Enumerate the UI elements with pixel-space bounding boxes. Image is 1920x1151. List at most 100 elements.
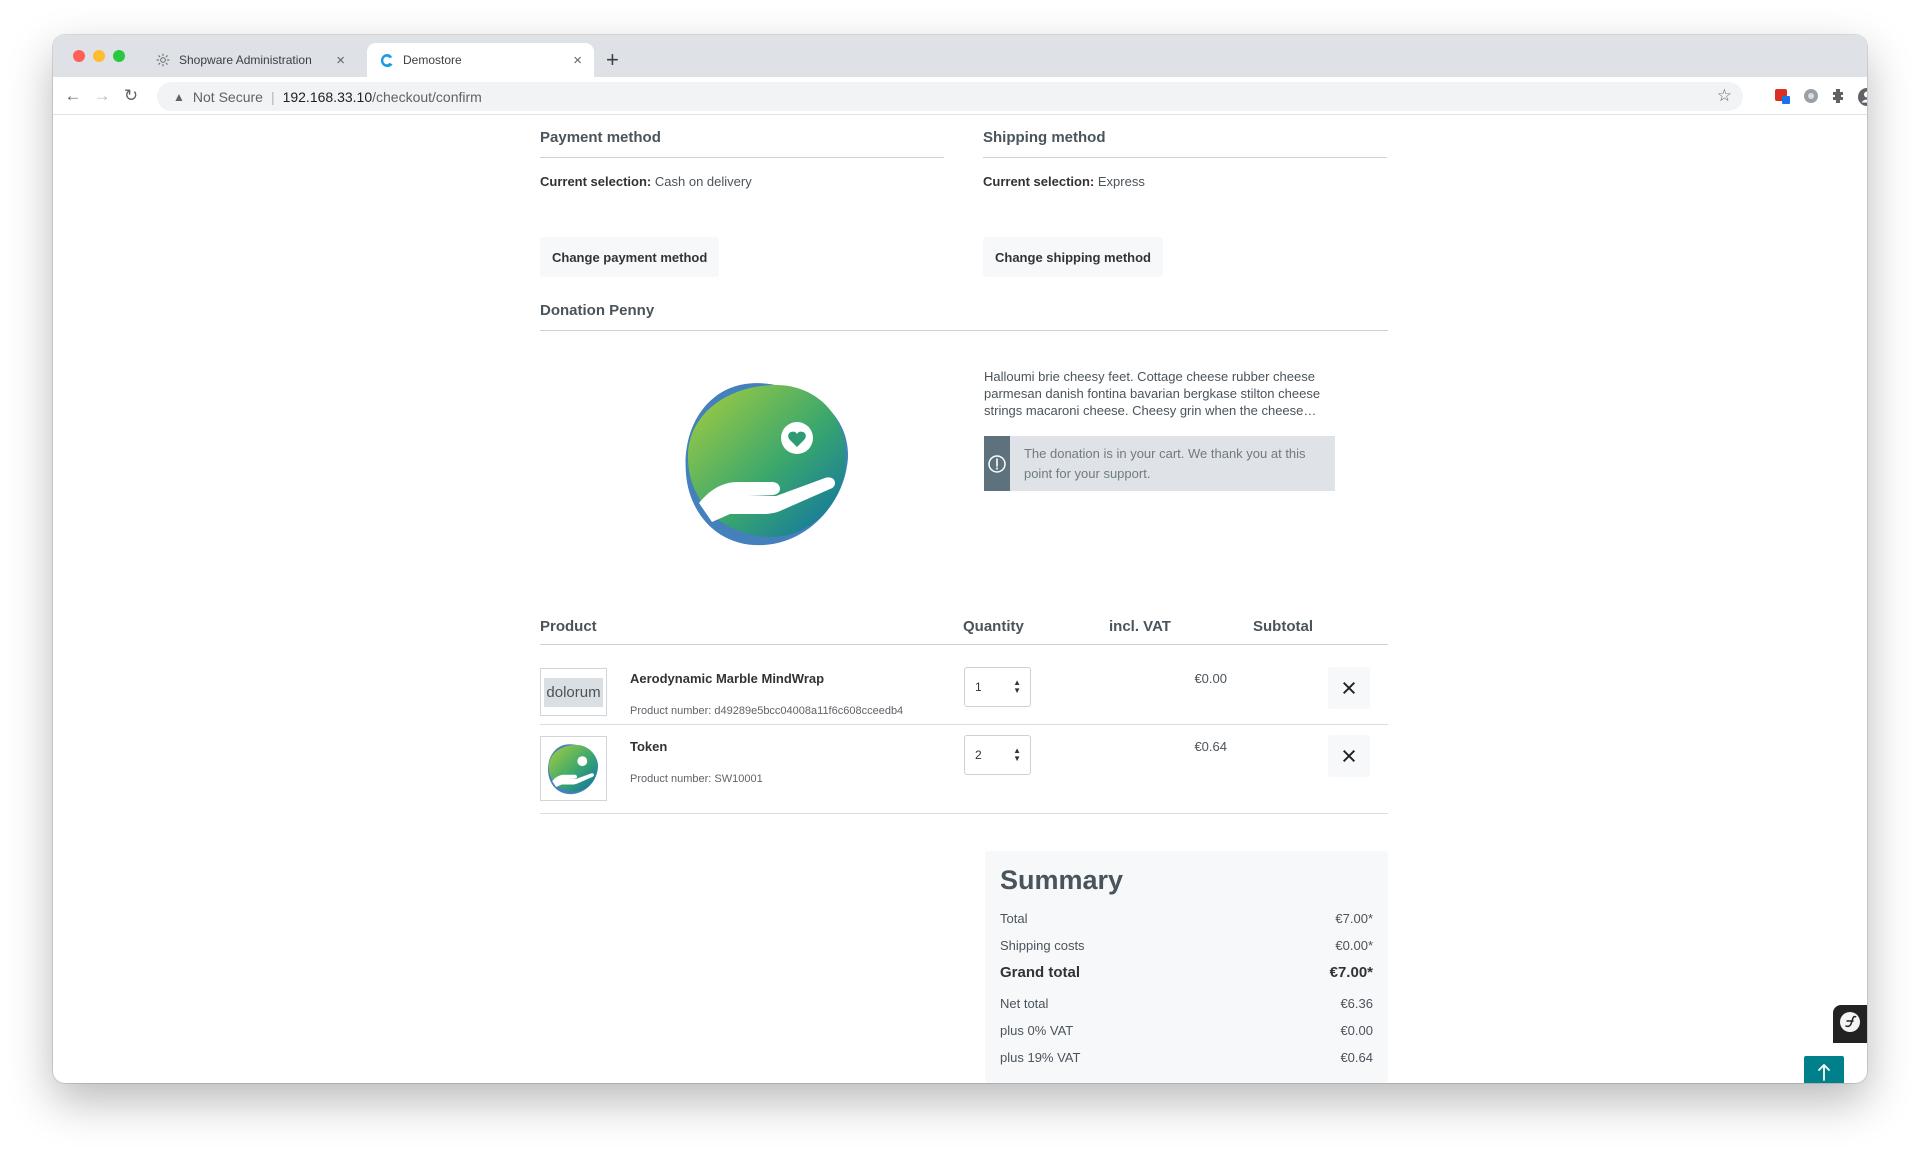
scroll-to-top-button[interactable]	[1804, 1056, 1844, 1083]
profile-icon[interactable]	[1857, 87, 1867, 107]
extension-icon[interactable]	[1773, 87, 1791, 105]
checkout-confirm-page: Payment method Current selection: Cash o…	[53, 115, 1867, 1083]
donation-penny-heading: Donation Penny	[540, 302, 1388, 331]
close-window-button[interactable]	[73, 50, 85, 62]
summary-vat-19-row: plus 19% VAT €0.64	[1000, 1050, 1373, 1065]
vat-column-header: incl. VAT	[1109, 618, 1171, 635]
summary-label: Shipping costs	[1000, 938, 1085, 953]
summary-label: Total	[1000, 911, 1028, 926]
shipping-method-heading: Shipping method	[983, 129, 1387, 158]
product-number: Product number: d49289e5bcc04008a11f6c60…	[630, 705, 904, 717]
forward-icon[interactable]: →	[92, 86, 112, 106]
product-number: Product number: SW10001	[630, 773, 763, 785]
info-icon	[984, 436, 1010, 491]
close-icon[interactable]: ×	[336, 53, 345, 68]
window-controls	[73, 50, 125, 62]
summary-label: Grand total	[1000, 964, 1081, 981]
browser-window: Shopware Administration × Demostore × + …	[53, 35, 1867, 1083]
close-icon[interactable]: ×	[573, 53, 582, 68]
cart-table-header: Product Quantity incl. VAT Subtotal	[540, 609, 1388, 645]
favicon-icon	[379, 52, 395, 68]
warning-icon: ▲	[173, 89, 185, 104]
tab-demostore[interactable]: Demostore ×	[367, 43, 594, 77]
settings-icon	[155, 52, 171, 68]
remove-line-item-button[interactable]: ×	[1328, 667, 1370, 709]
summary-shipping-row: Shipping costs €0.00*	[1000, 938, 1373, 953]
address-bar[interactable]: ▲ Not Secure | 192.168.33.10 /checkout/c…	[157, 82, 1743, 111]
donation-thumbnail-image	[547, 743, 598, 794]
summary-total-row: Total €7.00*	[1000, 911, 1373, 926]
donation-alert-text: The donation is in your cart. We thank y…	[1023, 445, 1306, 481]
quantity-select[interactable]: 2 ▲ ▼	[964, 735, 1031, 775]
summary-value: €0.00*	[1335, 938, 1373, 953]
extension-icon[interactable]	[1802, 87, 1820, 105]
tab-shopware-administration[interactable]: Shopware Administration ×	[143, 43, 357, 77]
shipping-current-value: Express	[1097, 174, 1145, 189]
summary-net-total-row: Net total €6.36	[1000, 996, 1373, 1011]
url-host: 192.168.33.10	[282, 88, 373, 105]
new-tab-button[interactable]: +	[606, 49, 619, 71]
quantity-select[interactable]: 1 ▲ ▼	[964, 667, 1031, 707]
arrow-up-icon	[1816, 1062, 1832, 1083]
vat-amount: €0.64	[1194, 739, 1227, 754]
summary-value: €0.64	[1340, 1050, 1373, 1065]
summary-label: plus 19% VAT	[1000, 1050, 1081, 1065]
address-separator: |	[270, 88, 275, 105]
summary-value: €6.36	[1340, 996, 1373, 1011]
summary-title: Summary	[1000, 865, 1124, 895]
back-icon[interactable]: ←	[63, 86, 83, 106]
cart-line-item: dolorum Aerodynamic Marble MindWrap Prod…	[540, 648, 1388, 725]
quantity-value: 2	[975, 748, 982, 762]
select-arrows-icon: ▲ ▼	[1013, 746, 1021, 763]
product-thumbnail-text: dolorum	[544, 677, 603, 707]
donation-info-alert: The donation is in your cart. We thank y…	[984, 436, 1335, 491]
summary-label: Net total	[1000, 996, 1049, 1011]
vat-amount: €0.00	[1194, 671, 1227, 686]
summary-value: €7.00*	[1335, 911, 1373, 926]
summary-value: €0.00	[1340, 1023, 1373, 1038]
security-label: Not Secure	[192, 88, 263, 105]
donation-description: Halloumi brie cheesy feet. Cottage chees…	[984, 369, 1321, 418]
summary-grand-total-row: Grand total €7.00*	[1000, 964, 1373, 981]
browser-titlebar: Shopware Administration × Demostore × +	[53, 35, 1867, 77]
payment-current-selection: Current selection: Cash on delivery	[540, 174, 944, 189]
url-path: /checkout/confirm	[372, 88, 482, 105]
shipping-current-selection: Current selection: Express	[983, 174, 1387, 189]
star-icon[interactable]: ☆	[1717, 86, 1732, 106]
close-icon: ×	[1341, 740, 1357, 771]
quantity-value: 1	[975, 680, 982, 694]
summary-vat-0-row: plus 0% VAT €0.00	[1000, 1023, 1373, 1038]
order-summary: Summary Total €7.00* Shipping costs €0.00*…	[985, 851, 1388, 1083]
product-name[interactable]: Aerodynamic Marble MindWrap	[630, 671, 824, 686]
browser-toolbar: ← → ↻ ▲ Not Secure | 192.168.33.10 /chec…	[53, 77, 1867, 115]
product-name[interactable]: Token	[630, 739, 667, 754]
select-arrows-icon: ▲ ▼	[1013, 678, 1021, 695]
tab-label: Shopware Administration	[179, 53, 312, 67]
product-thumbnail[interactable]: dolorum	[540, 668, 607, 716]
payment-current-value: Cash on delivery	[654, 174, 752, 189]
product-column-header: Product	[540, 618, 597, 635]
product-thumbnail[interactable]	[540, 736, 607, 801]
tab-label: Demostore	[403, 53, 462, 67]
change-shipping-method-button[interactable]: Change shipping method	[983, 237, 1163, 277]
payment-method-heading: Payment method	[540, 129, 944, 158]
symfony-toolbar-button[interactable]	[1833, 1005, 1867, 1043]
subtotal-column-header: Subtotal	[1253, 618, 1313, 635]
donation-image	[679, 376, 861, 551]
remove-line-item-button[interactable]: ×	[1328, 735, 1370, 777]
close-icon: ×	[1341, 672, 1357, 703]
symfony-icon	[1838, 1010, 1862, 1039]
payment-current-label: Current selection:	[540, 174, 652, 189]
maximize-window-button[interactable]	[113, 50, 125, 62]
shipping-current-label: Current selection:	[983, 174, 1095, 189]
change-payment-method-button[interactable]: Change payment method	[540, 237, 720, 277]
extension-icon[interactable]	[1830, 87, 1848, 105]
quantity-column-header: Quantity	[963, 618, 1024, 635]
minimize-window-button[interactable]	[93, 50, 105, 62]
summary-value: €7.00*	[1329, 964, 1373, 981]
payment-method-section: Payment method Current selection: Cash o…	[540, 129, 944, 189]
reload-icon[interactable]: ↻	[121, 86, 141, 106]
shipping-method-section: Shipping method Current selection: Expre…	[983, 129, 1387, 189]
cart-line-item: Token Product number: SW10001 2 ▲ ▼ €0.64…	[540, 726, 1388, 814]
summary-label: plus 0% VAT	[1000, 1023, 1074, 1038]
